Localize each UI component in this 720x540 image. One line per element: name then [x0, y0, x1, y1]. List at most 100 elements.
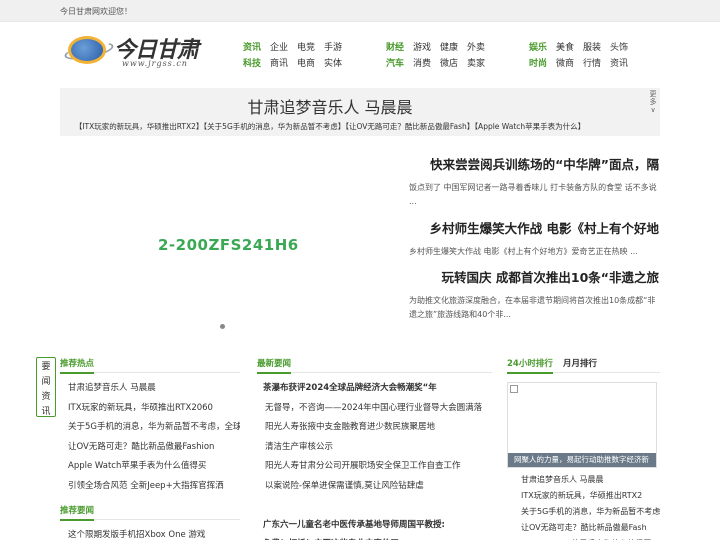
list-item[interactable]: 免费！打折！宁夏这些专业来真的了 — [257, 535, 492, 540]
nav-link[interactable]: 实体 — [324, 56, 342, 69]
float-tab-char: 闻 — [41, 377, 51, 387]
nav-link[interactable]: 电商 — [297, 56, 315, 69]
banner-link[interactable]: 【Apple Watch苹果手表为什么】 — [474, 122, 585, 131]
list-item — [257, 496, 492, 516]
banner-link[interactable]: 【让OV无路可走？酷比新品傲最Fash】 — [345, 122, 474, 131]
list-item[interactable]: Apple Watch苹果手表为什么值得买 — [60, 457, 240, 477]
nav-group-entertainment: 娱乐 美食 服装 头饰 时尚 微商 行情 资讯 — [529, 40, 637, 72]
list-item[interactable]: 引领全场合风范 全新Jeep+大指挥官挥洒 — [60, 477, 240, 497]
nav-link[interactable]: 游戏 — [413, 40, 431, 53]
float-tab-char: 要 — [41, 362, 51, 372]
hot-header: 推荐热点 — [60, 355, 240, 374]
more-button[interactable]: 更多 ∨ — [648, 90, 658, 114]
list-item[interactable]: 这个限期发版手机招Xbox One 游戏 — [60, 526, 240, 540]
nav-link[interactable]: 电竞 — [297, 40, 315, 53]
nav-link[interactable]: 头饰 — [610, 40, 628, 53]
nav-row: 汽车 消费 微店 卖家 — [386, 56, 494, 72]
list-item[interactable]: 以案说险-保单进保需谨慎,莫让风险钻肆虐 — [257, 477, 492, 497]
list-item[interactable]: 阳光人寿甘肃分公司开展职场安全保卫工作自查工作 — [257, 457, 492, 477]
list-item[interactable]: Apple Watch苹果手表为什么值得买 — [507, 536, 660, 540]
list-item[interactable]: ITX玩家的新玩具，华硕推出RTX2 — [507, 488, 660, 504]
float-tab-char: 资 — [41, 392, 51, 402]
list-item[interactable]: 茶瀑布获评2024全球品牌经济大会畅潮奖“年 — [257, 379, 492, 399]
nav-row: 科技 商讯 电商 实体 — [243, 56, 351, 72]
banner-links: 【ITX玩家的新玩具，华硕推出RTX2】【关于5G手机的消息，华为新品暂不考虑】… — [60, 121, 600, 132]
top-bar: 今日甘肃网欢迎您！ — [0, 0, 720, 22]
banner-link[interactable]: 【ITX玩家的新玩具，华硕推出RTX2】 — [75, 122, 204, 131]
tab-month[interactable]: 月月排行 — [563, 357, 597, 369]
chevron-down-icon: ∨ — [650, 106, 656, 114]
list-item[interactable]: 关于5G手机的消息，华为新品暂不考虑 — [507, 504, 660, 520]
list-item[interactable]: 甘肃追梦音乐人 马晨晨 — [60, 379, 240, 399]
nav-link[interactable]: 行情 — [583, 56, 601, 69]
welcome-text: 今日甘肃网欢迎您！ — [60, 7, 132, 16]
nav-link[interactable]: 健康 — [440, 40, 458, 53]
nav-row: 资讯 企业 电竞 手游 — [243, 40, 351, 56]
image-slider[interactable]: 2-200ZFS241H6 — [60, 150, 390, 340]
nav-category[interactable]: 时尚 — [529, 56, 547, 69]
list-item[interactable]: 阳光人寿张掖中支金融教育进少数民族聚居地 — [257, 418, 492, 438]
more-char: 更 — [649, 90, 657, 98]
float-tab-char: 讯 — [41, 407, 51, 417]
rank-tabs: 24小时排行 月月排行 — [507, 355, 660, 374]
rank-column: 24小时排行 月月排行 网聚人的力量，易起行动助推数字经济新 甘肃追梦音乐人 马… — [507, 355, 660, 540]
rank-picture-caption[interactable]: 网聚人的力量，易起行动助推数字经济新 — [508, 453, 656, 467]
feature-title[interactable]: 乡村师生爆笑大作战 电影《村上有个好地 — [409, 218, 659, 237]
nav-group-news: 资讯 企业 电竞 手游 科技 商讯 电商 实体 — [243, 40, 351, 72]
feature-title[interactable]: 玩转国庆 成都首次推出10条“非遗之旅 — [409, 267, 659, 286]
nav-row: 财经 游戏 健康 外卖 — [386, 40, 494, 56]
nav-link[interactable]: 服装 — [583, 40, 601, 53]
nav-link[interactable]: 微店 — [440, 56, 458, 69]
latest-title[interactable]: 最新要闻 — [257, 357, 292, 374]
latest-column: 最新要闻 茶瀑布获评2024全球品牌经济大会畅潮奖“年 无督导，不咨询——2024… — [257, 355, 492, 540]
list-item[interactable]: 无督导，不咨询——2024年中国心理行业督导大会圆满落 — [257, 399, 492, 419]
site-logo[interactable]: 今日甘肃 www.jrgss.cn — [63, 30, 214, 74]
latest-header: 最新要闻 — [257, 355, 492, 374]
nav-category[interactable]: 娱乐 — [529, 40, 547, 53]
more-char: 多 — [649, 98, 657, 106]
news-float-tab[interactable]: 要闻资讯 — [36, 357, 56, 417]
nav-link[interactable]: 手游 — [324, 40, 342, 53]
feature-item[interactable]: 快来尝尝阅兵训练场的“中华牌”面点，隔 饭点到了 中国军网记者一路寻着香味儿 打… — [409, 154, 659, 209]
nav-category[interactable]: 财经 — [386, 40, 404, 53]
nav-category[interactable]: 汽车 — [386, 56, 404, 69]
list-item[interactable]: 让OV无路可走？酷比新品傲最Fash — [507, 520, 660, 536]
nav-link[interactable]: 卖家 — [467, 56, 485, 69]
nav-link[interactable]: 企业 — [270, 40, 288, 53]
feature-desc: 乡村师生爆笑大作战 电影《村上有个好地方》爱奇艺正在热映 ... — [409, 247, 638, 256]
hot-list: 甘肃追梦音乐人 马晨晨 ITX玩家的新玩具，华硕推出RTX2060 关于5G手机的消… — [60, 379, 240, 496]
feature-item[interactable]: 乡村师生爆笑大作战 电影《村上有个好地 乡村师生爆笑大作战 电影《村上有个好地方… — [409, 218, 659, 259]
nav-group-finance: 财经 游戏 健康 外卖 汽车 消费 微店 卖家 — [386, 40, 494, 72]
nav-row: 娱乐 美食 服装 头饰 — [529, 40, 637, 56]
rec-title[interactable]: 推荐要闻 — [60, 504, 95, 521]
banner-title[interactable]: 甘肃追梦音乐人 马晨晨 — [60, 94, 600, 118]
slider-image-text: 2-200ZFS241H6 — [158, 236, 299, 254]
list-item[interactable]: 关于5G手机的消息，华为新品暂不考虑，全球 — [60, 418, 240, 438]
list-item[interactable]: 清洁生产审核公示 — [257, 438, 492, 458]
feature-title[interactable]: 快来尝尝阅兵训练场的“中华牌”面点，隔 — [409, 154, 659, 173]
nav-link[interactable]: 微商 — [556, 56, 574, 69]
hot-title[interactable]: 推荐热点 — [60, 357, 95, 374]
hot-column: 推荐热点 甘肃追梦音乐人 马晨晨 ITX玩家的新玩具，华硕推出RTX2060 关于5… — [60, 355, 240, 540]
nav-category[interactable]: 资讯 — [243, 40, 261, 53]
slider-dot[interactable] — [220, 324, 225, 329]
rank-picture[interactable]: 网聚人的力量，易起行动助推数字经济新 — [507, 382, 657, 468]
list-item[interactable]: 广东六一儿童名老中医传承基地导师周国平教授: — [257, 516, 492, 536]
nav-link[interactable]: 资讯 — [610, 56, 628, 69]
nav-link[interactable]: 消费 — [413, 56, 431, 69]
nav-category[interactable]: 科技 — [243, 56, 261, 69]
list-item[interactable]: ITX玩家的新玩具，华硕推出RTX2060 — [60, 399, 240, 419]
logo-url: www.jrgss.cn — [122, 59, 188, 68]
nav-link[interactable]: 美食 — [556, 40, 574, 53]
list-item[interactable]: 让OV无路可走？酷比新品傲最Fashion — [60, 438, 240, 458]
banner-link[interactable]: 【关于5G手机的消息，华为新品暂不考虑】 — [203, 122, 345, 131]
nav-link[interactable]: 外卖 — [467, 40, 485, 53]
tab-24h[interactable]: 24小时排行 — [507, 357, 553, 374]
nav-row: 时尚 微商 行情 资讯 — [529, 56, 637, 72]
rec-list: 这个限期发版手机招Xbox One 游戏 — [60, 526, 240, 540]
list-item[interactable]: 甘肃追梦音乐人 马晨晨 — [507, 472, 660, 488]
feature-item[interactable]: 玩转国庆 成都首次推出10条“非遗之旅 为助推文化旅游深度融合，在本届非遗节期间… — [409, 267, 659, 322]
nav-link[interactable]: 商讯 — [270, 56, 288, 69]
logo-globe-icon — [68, 36, 106, 64]
rank-list: 甘肃追梦音乐人 马晨晨 ITX玩家的新玩具，华硕推出RTX2 关于5G手机的消息，华… — [507, 472, 660, 540]
